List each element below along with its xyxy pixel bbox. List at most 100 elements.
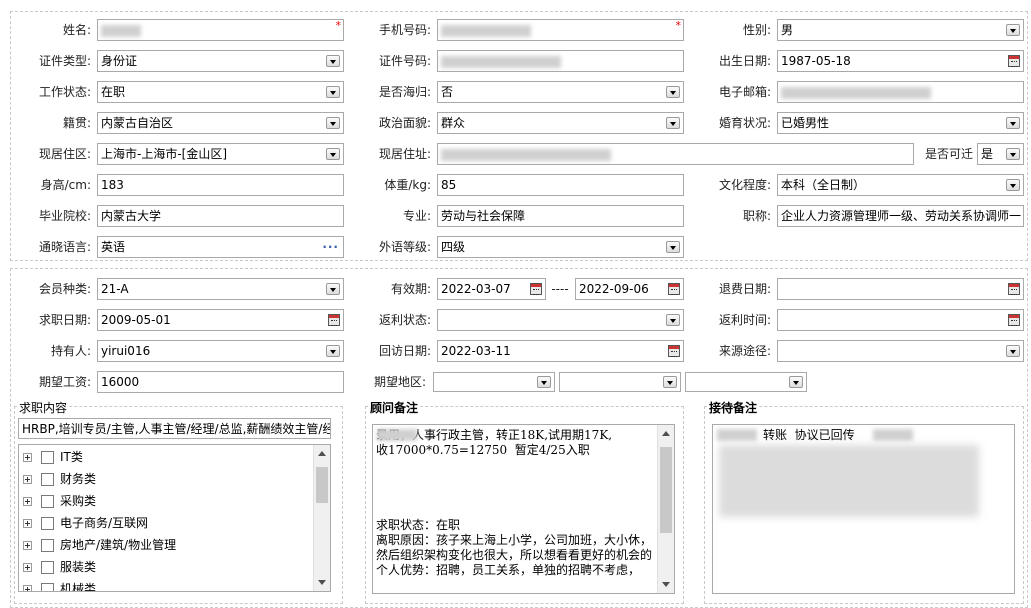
tree-item-ecommerce[interactable]: 电子商务/互联网 <box>23 513 148 533</box>
scroll-up-icon[interactable] <box>318 451 326 456</box>
chevron-down-icon[interactable] <box>326 148 340 160</box>
work-status-select[interactable]: 在职 <box>97 81 344 103</box>
email-field[interactable] <box>777 81 1024 103</box>
expand-icon[interactable] <box>23 541 32 550</box>
job-date-field[interactable]: 2009-05-01 <box>97 309 344 331</box>
checkbox[interactable] <box>41 451 54 464</box>
expand-icon[interactable] <box>23 497 32 506</box>
weight-field[interactable]: 85 <box>437 174 684 196</box>
chevron-down-icon[interactable] <box>1006 179 1020 191</box>
chevron-down-icon[interactable] <box>326 283 340 295</box>
valid-to-field[interactable]: 2022-09-06 <box>575 278 684 300</box>
marital-select[interactable]: 已婚男性 <box>777 112 1024 134</box>
name-label: 姓名: <box>62 23 91 37</box>
calendar-icon[interactable] <box>328 314 340 326</box>
chevron-down-icon[interactable] <box>666 241 680 253</box>
address-field[interactable] <box>437 143 914 165</box>
chevron-down-icon[interactable] <box>1006 345 1020 357</box>
checkbox[interactable] <box>41 473 54 486</box>
expand-icon[interactable] <box>23 563 32 572</box>
holder-select[interactable]: yirui016 <box>97 340 344 362</box>
rebate-status-select[interactable] <box>437 309 684 331</box>
chevron-down-icon[interactable] <box>326 55 340 67</box>
refund-date-field[interactable] <box>777 278 1024 300</box>
birth-date-label: 出生日期: <box>718 54 771 68</box>
calendar-icon[interactable] <box>530 283 542 295</box>
tree-item-realestate[interactable]: 房地产/建筑/物业管理 <box>23 535 176 555</box>
language-field[interactable]: 英语 ··· <box>97 236 344 258</box>
job-intent-summary[interactable]: HRBP,培训专员/主管,人事主管/经理/总监,薪酬绩效主管/经 <box>18 418 331 439</box>
calendar-icon[interactable] <box>1008 55 1020 67</box>
more-dots-icon[interactable]: ··· <box>322 241 339 253</box>
id-number-field[interactable] <box>437 50 684 72</box>
education-select[interactable]: 本科（全日制） <box>777 174 1024 196</box>
chevron-down-icon[interactable] <box>326 117 340 129</box>
visit-date-label: 回访日期: <box>378 344 431 358</box>
scroll-up-icon[interactable] <box>662 431 670 436</box>
region-province-select[interactable] <box>433 372 555 392</box>
chevron-down-icon[interactable] <box>789 376 803 388</box>
valid-from-field[interactable]: 2022-03-07 <box>437 278 546 300</box>
chevron-down-icon[interactable] <box>1006 117 1020 129</box>
birth-date-field[interactable]: 1987-05-18 <box>777 50 1024 72</box>
id-type-select[interactable]: 身份证 <box>97 50 344 72</box>
scroll-down-icon[interactable] <box>662 582 670 587</box>
chevron-down-icon[interactable] <box>326 345 340 357</box>
tree-item-finance[interactable]: 财务类 <box>23 469 96 489</box>
checkbox[interactable] <box>41 517 54 530</box>
scroll-thumb[interactable] <box>660 447 672 533</box>
chevron-down-icon[interactable] <box>1006 24 1020 36</box>
expand-icon[interactable] <box>23 585 32 591</box>
tree-item-it[interactable]: IT类 <box>23 447 83 467</box>
political-select[interactable]: 群众 <box>437 112 684 134</box>
checkbox[interactable] <box>41 583 54 591</box>
chevron-down-icon[interactable] <box>666 117 680 129</box>
calendar-icon[interactable] <box>1008 314 1020 326</box>
chevron-down-icon[interactable] <box>537 376 551 388</box>
required-mark: * <box>675 19 682 32</box>
job-category-tree[interactable]: IT类 财务类 采购类 电子商务/互联网 房地产/建筑/物业管理 服装类 机械类 <box>18 444 331 592</box>
height-field[interactable]: 183 <box>97 174 344 196</box>
phone-field[interactable]: * <box>437 19 684 41</box>
reception-notes-textarea[interactable]: 转账 协议已回传 <box>712 424 1015 594</box>
visit-date-field[interactable]: 2022-03-11 <box>437 340 684 362</box>
major-field[interactable]: 劳动与社会保障 <box>437 205 684 227</box>
region-district-select[interactable] <box>685 372 807 392</box>
scroll-thumb[interactable] <box>316 467 328 503</box>
tree-item-machinery[interactable]: 机械类 <box>23 579 96 591</box>
lang-level-select[interactable]: 四级 <box>437 236 684 258</box>
returnee-select[interactable]: 否 <box>437 81 684 103</box>
chevron-down-icon[interactable] <box>1006 148 1020 160</box>
name-field[interactable]: * <box>97 19 344 41</box>
expand-icon[interactable] <box>23 453 32 462</box>
source-select[interactable] <box>777 340 1024 362</box>
consultant-notes-textarea[interactable]: 录用，人事行政主管，转正18K,试用期17K, 收17000*0.75=1275… <box>372 424 675 594</box>
reachable-select[interactable]: 是 <box>977 143 1024 165</box>
salary-field[interactable]: 16000 <box>97 371 344 393</box>
calendar-icon[interactable] <box>668 283 680 295</box>
gender-select[interactable]: 男 <box>777 19 1024 41</box>
tree-item-apparel[interactable]: 服装类 <box>23 557 96 577</box>
tree-scrollbar[interactable] <box>313 445 330 591</box>
calendar-icon[interactable] <box>1008 283 1020 295</box>
chevron-down-icon[interactable] <box>326 86 340 98</box>
checkbox[interactable] <box>41 561 54 574</box>
title-field[interactable]: 企业人力资源管理师一级、劳动关系协调师一 <box>777 205 1024 227</box>
chevron-down-icon[interactable] <box>666 86 680 98</box>
member-type-select[interactable]: 21-A <box>97 278 344 300</box>
tree-item-purchasing[interactable]: 采购类 <box>23 491 96 511</box>
region-city-select[interactable] <box>559 372 681 392</box>
residence-select[interactable]: 上海市-上海市-[金山区] <box>97 143 344 165</box>
native-place-select[interactable]: 内蒙古自治区 <box>97 112 344 134</box>
chevron-down-icon[interactable] <box>663 376 677 388</box>
scroll-down-icon[interactable] <box>318 580 326 585</box>
checkbox[interactable] <box>41 495 54 508</box>
chevron-down-icon[interactable] <box>666 314 680 326</box>
calendar-icon[interactable] <box>668 345 680 357</box>
expand-icon[interactable] <box>23 519 32 528</box>
school-field[interactable]: 内蒙古大学 <box>97 205 344 227</box>
expand-icon[interactable] <box>23 475 32 484</box>
notes-scrollbar[interactable] <box>657 425 674 593</box>
checkbox[interactable] <box>41 539 54 552</box>
rebate-time-field[interactable] <box>777 309 1024 331</box>
